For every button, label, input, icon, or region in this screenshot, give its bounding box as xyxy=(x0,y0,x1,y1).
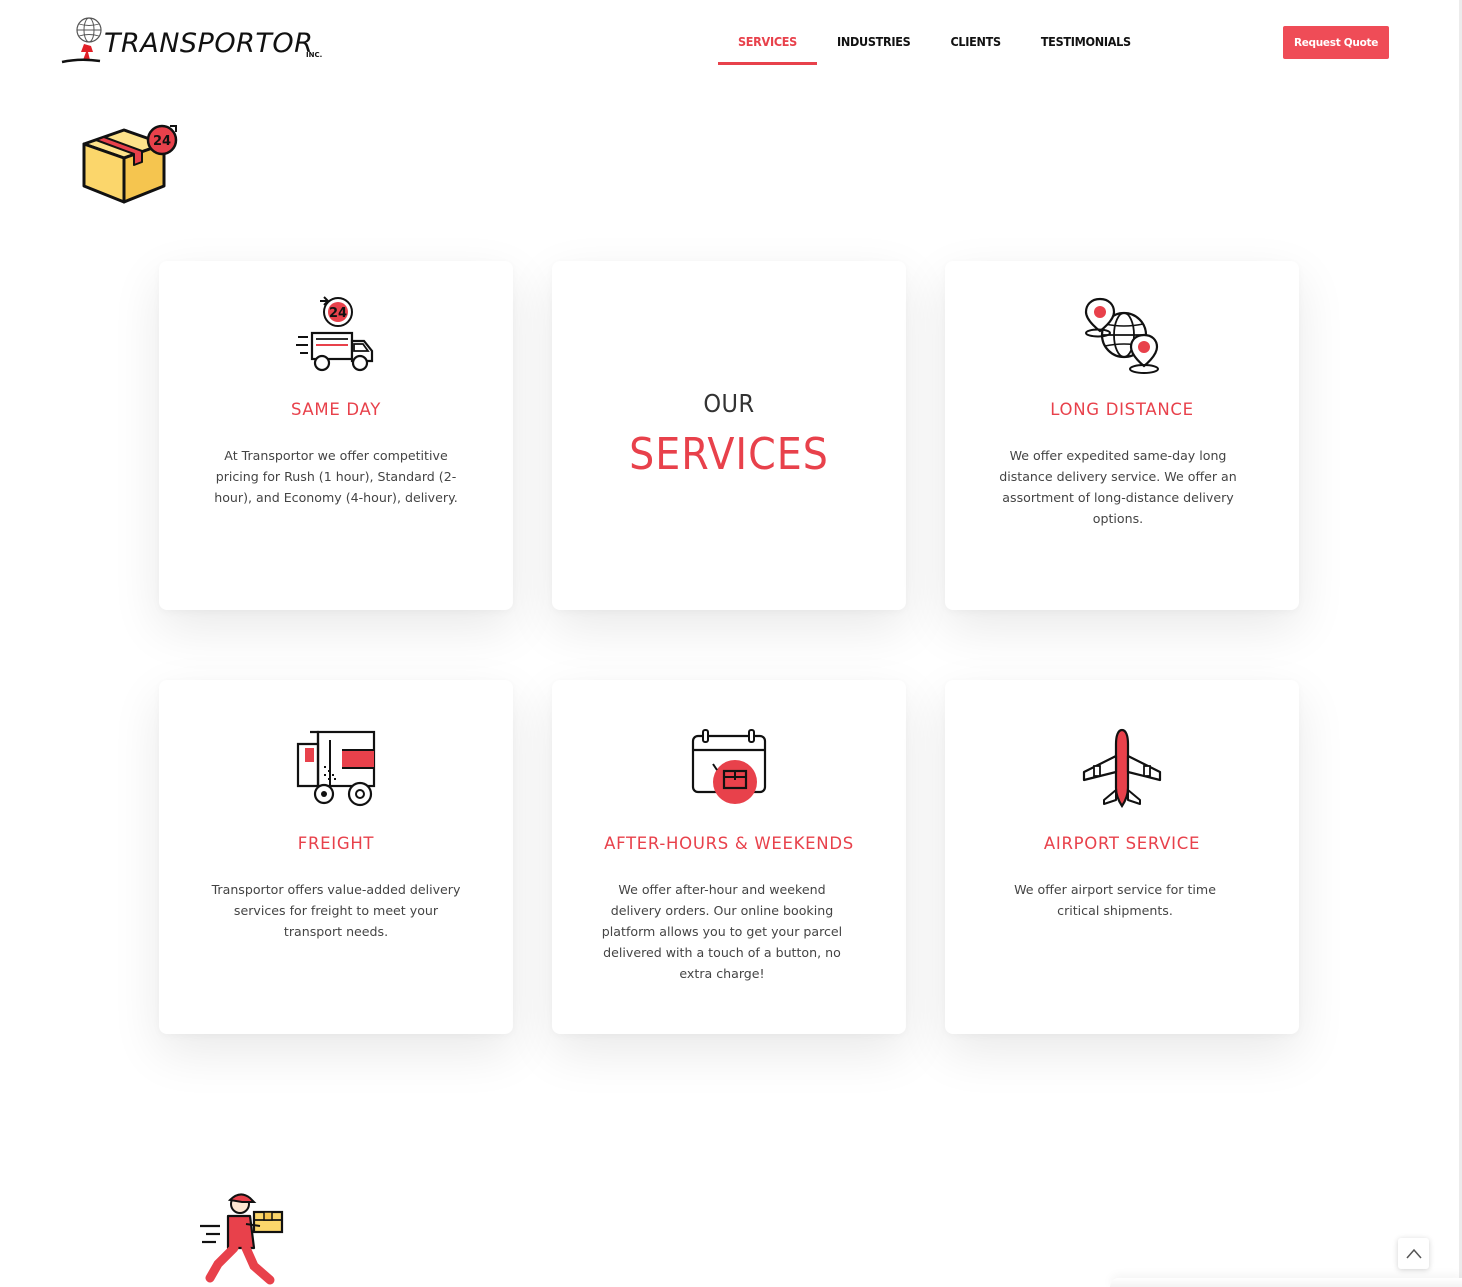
service-description: We offer airport service for time critic… xyxy=(1014,882,1216,918)
service-description: We offer expedited same-day long distanc… xyxy=(999,448,1237,526)
svg-text:24: 24 xyxy=(153,134,171,149)
section-heading-small: OUR xyxy=(703,389,755,418)
bottom-widget-edge xyxy=(1110,1278,1462,1287)
airplane-icon xyxy=(1082,728,1162,808)
service-card-freight: FREIGHT Transportor offers value-added d… xyxy=(159,680,513,1034)
service-description: We offer after-hour and weekend delivery… xyxy=(601,882,843,981)
svg-text:24: 24 xyxy=(329,306,347,321)
globe-pin-icon xyxy=(1084,297,1159,374)
service-description: At Transportor we offer competitive pric… xyxy=(214,448,458,505)
service-card-airport: AIRPORT SERVICE We offer airport service… xyxy=(945,680,1299,1034)
nav-services[interactable]: SERVICES xyxy=(718,22,817,65)
freight-truck-icon xyxy=(296,730,376,807)
service-title: LONG DISTANCE xyxy=(1050,400,1194,419)
same-day-truck-icon: 24 xyxy=(296,296,374,372)
logo[interactable]: TRANSPORTOR INC. xyxy=(60,16,330,68)
service-card-same-day: 24 SAME DAY At Transportor we offer comp… xyxy=(159,261,513,610)
logo-text: TRANSPORTOR xyxy=(104,28,314,59)
request-quote-button[interactable]: Request Quote xyxy=(1283,26,1389,59)
section-heading-large: SERVICES xyxy=(629,429,829,480)
service-card-after-hours: AFTER-HOURS & WEEKENDS We offer after-ho… xyxy=(552,680,906,1034)
site-header: TRANSPORTOR INC. SERVICES INDUSTRIES CLI… xyxy=(0,0,1462,90)
calendar-box-icon xyxy=(691,729,767,804)
service-title: AFTER-HOURS & WEEKENDS xyxy=(604,834,854,853)
service-title: SAME DAY xyxy=(290,400,382,419)
service-title: AIRPORT SERVICE xyxy=(1043,834,1201,853)
arrow-up-icon xyxy=(1405,1248,1422,1258)
nav-industries[interactable]: INDUSTRIES xyxy=(817,22,930,64)
service-title: FREIGHT xyxy=(297,834,375,853)
nav-testimonials[interactable]: TESTIMONIALS xyxy=(1021,22,1151,64)
section-heading-card: OUR SERVICES xyxy=(552,261,906,610)
courier-runner-icon xyxy=(200,1193,284,1285)
service-description: Transportor offers value-added delivery … xyxy=(211,882,461,939)
main-nav: SERVICES INDUSTRIES CLIENTS TESTIMONIALS xyxy=(718,22,1151,66)
box-24-icon: 24 xyxy=(82,124,178,204)
logo-suffix: INC. xyxy=(306,51,323,59)
scroll-to-top-button[interactable] xyxy=(1398,1238,1429,1269)
nav-clients[interactable]: CLIENTS xyxy=(930,22,1020,64)
service-card-long-distance: LONG DISTANCE We offer expedited same-da… xyxy=(945,261,1299,610)
